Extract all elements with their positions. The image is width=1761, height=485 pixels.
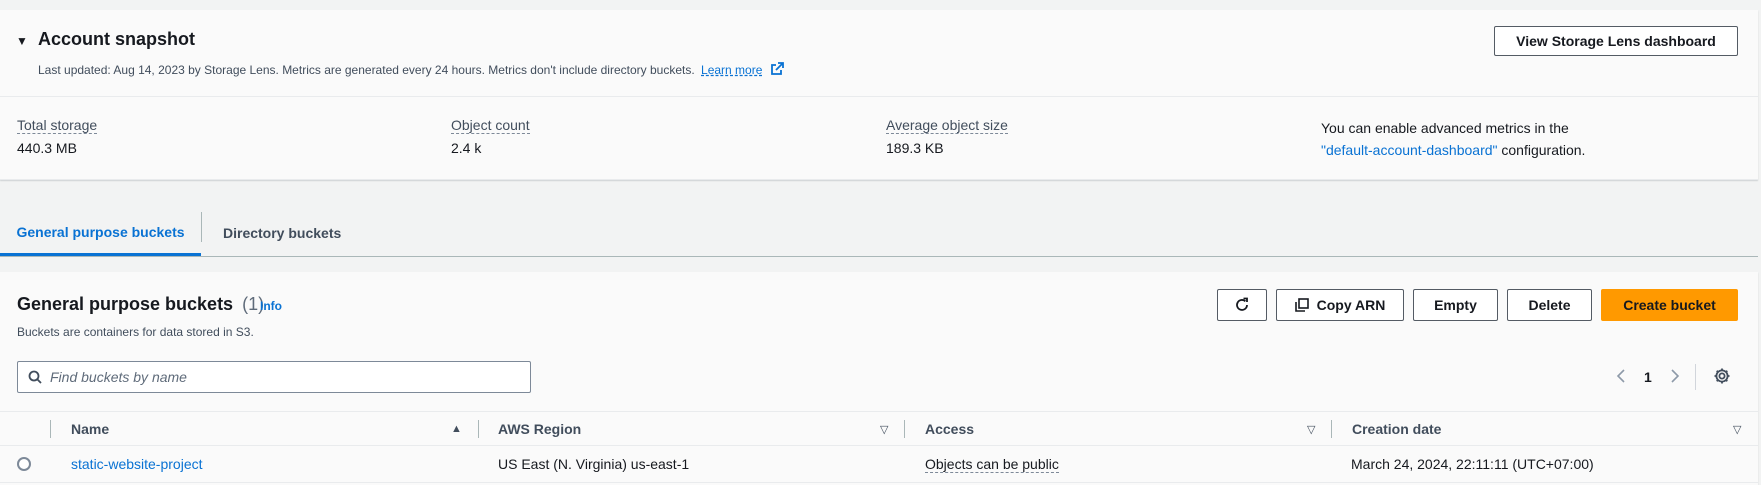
sort-icon[interactable]: ▽: [880, 423, 888, 436]
refresh-button[interactable]: [1217, 289, 1267, 321]
advanced-metrics-info: You can enable advanced metrics in the "…: [1321, 117, 1585, 161]
bucket-type-tabs: General purpose buckets Directory bucket…: [0, 210, 1758, 257]
buckets-title-text: General purpose buckets: [17, 294, 234, 314]
copy-arn-button[interactable]: Copy ARN: [1276, 289, 1404, 321]
metric-value: 189.3 KB: [886, 140, 944, 156]
metric-label[interactable]: Total storage: [17, 117, 98, 134]
search-icon: [28, 370, 42, 384]
metric-total-storage: Total storage 440.3 MB: [17, 117, 98, 156]
account-snapshot-title[interactable]: Account snapshot: [38, 29, 195, 50]
search-input[interactable]: [50, 369, 510, 385]
copy-icon: [1294, 298, 1309, 312]
create-bucket-button[interactable]: Create bucket: [1601, 289, 1738, 321]
tab-directory-buckets[interactable]: Directory buckets: [223, 210, 341, 256]
column-divider[interactable]: [478, 420, 479, 438]
column-divider[interactable]: [904, 420, 905, 438]
copy-arn-label: Copy ARN: [1316, 297, 1386, 313]
pager-divider: [1695, 364, 1696, 390]
sort-ascending-icon[interactable]: ▲: [451, 423, 462, 435]
metric-value: 2.4 k: [451, 140, 482, 156]
bucket-access[interactable]: Objects can be public: [925, 447, 1059, 481]
account-snapshot-header: ▼ Account snapshot Last updated: Aug 14,…: [0, 10, 1758, 97]
table-row: static-website-project US East (N. Virgi…: [0, 447, 1758, 483]
metric-object-count: Object count 2.4 k: [451, 117, 530, 156]
metric-average-object-size: Average object size 189.3 KB: [886, 117, 1008, 156]
table-header: Name ▲ AWS Region ▽ Access ▽ Creation da…: [0, 411, 1758, 446]
column-divider: [50, 420, 51, 438]
metric-value: 440.3 MB: [17, 140, 77, 156]
metric-label[interactable]: Average object size: [886, 117, 1008, 134]
column-header-creation-date[interactable]: Creation date: [1352, 412, 1441, 445]
column-header-access[interactable]: Access: [925, 412, 974, 445]
advanced-metrics-prefix: You can enable advanced metrics in the: [1321, 120, 1569, 136]
gear-icon[interactable]: [1713, 367, 1731, 385]
column-header-name[interactable]: Name: [71, 412, 109, 445]
empty-button[interactable]: Empty: [1413, 289, 1498, 321]
default-account-dashboard-link[interactable]: "default-account-dashboard": [1321, 142, 1498, 158]
account-snapshot-panel: ▼ Account snapshot Last updated: Aug 14,…: [0, 10, 1758, 180]
snapshot-description-text: Last updated: Aug 14, 2023 by Storage Le…: [38, 63, 695, 77]
delete-button[interactable]: Delete: [1507, 289, 1592, 321]
bucket-region: US East (N. Virginia) us-east-1: [498, 456, 690, 472]
chevron-left-icon[interactable]: [1616, 368, 1626, 386]
bucket-name-link[interactable]: static-website-project: [71, 447, 203, 481]
column-divider[interactable]: [1331, 420, 1332, 438]
info-link[interactable]: Info: [260, 299, 282, 313]
refresh-icon: [1236, 297, 1248, 311]
caret-down-icon[interactable]: ▼: [16, 34, 28, 48]
column-header-region[interactable]: AWS Region: [498, 412, 581, 445]
pagination: 1: [1616, 364, 1680, 390]
row-select-radio[interactable]: [17, 457, 31, 471]
chevron-right-icon[interactable]: [1670, 368, 1680, 386]
sort-icon[interactable]: ▽: [1733, 423, 1741, 436]
external-link-icon[interactable]: [770, 62, 784, 76]
advanced-metrics-suffix: configuration.: [1501, 142, 1586, 158]
metric-label[interactable]: Object count: [451, 117, 530, 134]
tab-divider: [201, 212, 202, 242]
sort-icon[interactable]: ▽: [1307, 423, 1315, 436]
buckets-description: Buckets are containers for data stored i…: [17, 325, 254, 339]
bucket-access-text: Objects can be public: [925, 455, 1059, 473]
account-snapshot-description: Last updated: Aug 14, 2023 by Storage Le…: [38, 62, 784, 77]
bucket-search-field[interactable]: [17, 361, 531, 393]
buckets-title: General purpose buckets (1): [17, 294, 264, 315]
general-purpose-buckets-panel: General purpose buckets (1) Info Buckets…: [0, 272, 1758, 485]
view-storage-lens-dashboard-button[interactable]: View Storage Lens dashboard: [1494, 26, 1738, 56]
page-number[interactable]: 1: [1644, 369, 1652, 385]
bucket-creation-date: March 24, 2024, 22:11:11 (UTC+07:00): [1351, 456, 1594, 472]
tab-general-purpose-buckets[interactable]: General purpose buckets: [0, 210, 201, 256]
learn-more-link[interactable]: Learn more: [701, 63, 762, 77]
